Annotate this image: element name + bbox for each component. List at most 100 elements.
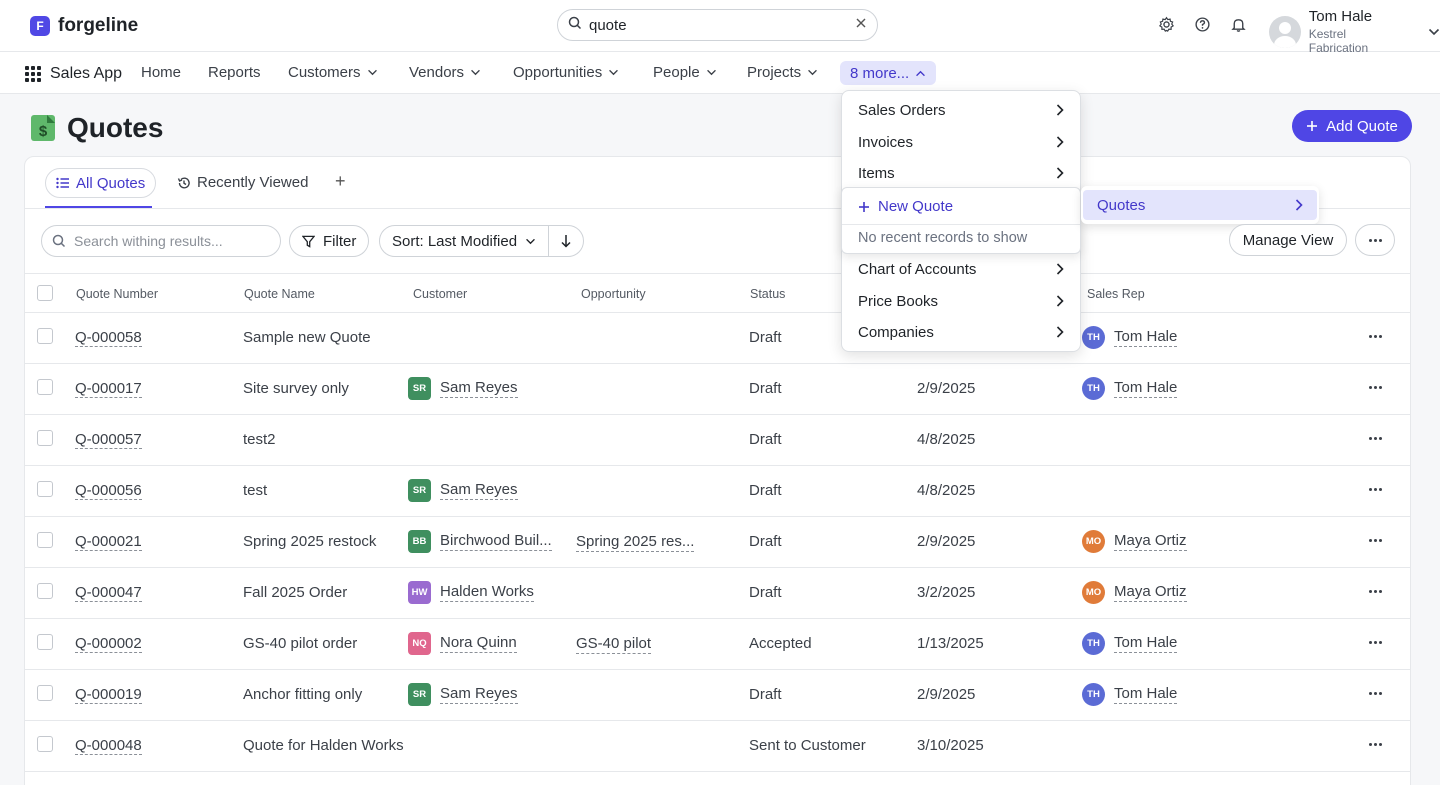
col-quote-name[interactable]: Quote Name — [244, 287, 315, 301]
nav-people[interactable]: People — [653, 64, 717, 81]
customer-cell[interactable]: HW Halden Works — [408, 581, 534, 604]
tab-recently-viewed[interactable]: Recently Viewed — [177, 174, 308, 191]
rep-link[interactable]: Tom Hale — [1114, 379, 1178, 398]
row-checkbox[interactable] — [37, 532, 53, 548]
row-checkbox[interactable] — [37, 685, 53, 701]
nav-reports[interactable]: Reports — [208, 64, 261, 81]
quote-number-link[interactable]: Q-000019 — [75, 686, 142, 704]
rep-link[interactable]: Tom Hale — [1114, 685, 1178, 704]
help-icon[interactable] — [1192, 14, 1212, 34]
row-actions-button[interactable] — [1369, 488, 1382, 491]
sales-rep-cell[interactable]: TH Tom Hale — [1082, 377, 1178, 400]
table-row[interactable]: Q-000048 Quote for Halden Works Sent to Cu… — [25, 721, 1410, 772]
user-menu[interactable]: Tom Hale Kestrel Fabrication — [1269, 8, 1440, 55]
add-tab-button[interactable]: + — [335, 171, 346, 192]
quote-number-link[interactable]: Q-000056 — [75, 482, 142, 500]
filter-button[interactable]: Filter — [289, 225, 370, 257]
brand-logo[interactable]: F forgeline — [30, 15, 138, 37]
rep-link[interactable]: Tom Hale — [1114, 634, 1178, 653]
opportunity-link[interactable]: GS-40 pilot — [576, 635, 652, 654]
customer-link[interactable]: Halden Works — [440, 583, 534, 602]
quote-number-link[interactable]: Q-000058 — [75, 329, 142, 347]
col-sales-rep[interactable]: Sales Rep — [1087, 287, 1145, 301]
table-row[interactable]: Q-000002 GS-40 pilot order NQ Nora Quinn GS-… — [25, 619, 1410, 670]
table-row[interactable]: Q-000047 Fall 2025 Order HW Halden Works Dra… — [25, 568, 1410, 619]
results-search[interactable] — [41, 225, 281, 257]
nav-opportunities[interactable]: Opportunities — [513, 64, 619, 81]
customer-cell[interactable]: NQ Nora Quinn — [408, 632, 517, 655]
table-row[interactable]: Q-000017 Site survey only SR Sam Reyes Draft… — [25, 364, 1410, 415]
sales-rep-cell[interactable]: MO Maya Ortiz — [1082, 581, 1187, 604]
col-status[interactable]: Status — [750, 287, 785, 301]
menu-item-quotes[interactable]: Quotes — [1081, 186, 1319, 224]
customer-cell[interactable]: SR Sam Reyes — [408, 479, 518, 502]
customer-link[interactable]: Sam Reyes — [440, 379, 518, 398]
col-opportunity[interactable]: Opportunity — [581, 287, 646, 301]
rep-link[interactable]: Maya Ortiz — [1114, 583, 1187, 602]
gear-icon[interactable] — [1156, 14, 1176, 34]
menu-item-chart-of-accounts[interactable]: Chart of Accounts — [842, 254, 1080, 284]
rep-link[interactable]: Maya Ortiz — [1114, 532, 1187, 551]
add-quote-button[interactable]: Add Quote — [1292, 110, 1412, 142]
sales-rep-cell[interactable]: TH Tom Hale — [1082, 326, 1178, 349]
sales-rep-cell[interactable]: TH Tom Hale — [1082, 683, 1178, 706]
quote-number-link[interactable]: Q-000017 — [75, 380, 142, 398]
row-checkbox[interactable] — [37, 379, 53, 395]
row-actions-button[interactable] — [1369, 590, 1382, 593]
row-actions-button[interactable] — [1369, 539, 1382, 542]
col-customer[interactable]: Customer — [413, 287, 467, 301]
table-row[interactable]: Q-000019 Anchor fitting only SR Sam Reyes Dr… — [25, 670, 1410, 721]
clear-search-icon[interactable] — [855, 16, 867, 34]
quote-number-link[interactable]: Q-000057 — [75, 431, 142, 449]
customer-cell[interactable]: BB Birchwood Buil... — [408, 530, 552, 553]
quote-number-link[interactable]: Q-000047 — [75, 584, 142, 602]
menu-item-items[interactable]: Items — [842, 158, 1080, 188]
customer-cell[interactable]: SR Sam Reyes — [408, 683, 518, 706]
customer-cell[interactable]: SR Sam Reyes — [408, 377, 518, 400]
manage-view-button[interactable]: Manage View — [1229, 224, 1347, 256]
sort-dropdown[interactable]: Sort: Last Modified — [380, 226, 550, 256]
quote-number-link[interactable]: Q-000048 — [75, 737, 142, 755]
table-row[interactable]: Q-000056 test SR Sam Reyes Draft 4/8/2025 — [25, 466, 1410, 517]
global-search-input[interactable]: quote — [589, 17, 848, 34]
nav-projects[interactable]: Projects — [747, 64, 818, 81]
customer-link[interactable]: Sam Reyes — [440, 685, 518, 704]
rep-link[interactable]: Tom Hale — [1114, 328, 1178, 347]
row-actions-button[interactable] — [1369, 641, 1382, 644]
nav-vendors[interactable]: Vendors — [409, 64, 481, 81]
row-actions-button[interactable] — [1369, 335, 1382, 338]
quote-number-link[interactable]: Q-000002 — [75, 635, 142, 653]
nav-home[interactable]: Home — [141, 64, 181, 81]
row-checkbox[interactable] — [37, 481, 53, 497]
menu-item-sales-orders[interactable]: Sales Orders — [842, 95, 1080, 125]
row-checkbox[interactable] — [37, 634, 53, 650]
customer-link[interactable]: Birchwood Buil... — [440, 532, 552, 551]
customer-link[interactable]: Sam Reyes — [440, 481, 518, 500]
row-actions-button[interactable] — [1369, 743, 1382, 746]
row-actions-button[interactable] — [1369, 692, 1382, 695]
app-launcher[interactable]: Sales App — [25, 65, 122, 83]
table-row[interactable]: Q-000057 test2 Draft 4/8/2025 — [25, 415, 1410, 466]
sales-rep-cell[interactable]: TH Tom Hale — [1082, 632, 1178, 655]
menu-item-invoices[interactable]: Invoices — [842, 127, 1080, 157]
nav-customers[interactable]: Customers — [288, 64, 378, 81]
more-options-button[interactable] — [1355, 224, 1395, 256]
menu-item-price-books[interactable]: Price Books — [842, 286, 1080, 316]
row-checkbox[interactable] — [37, 583, 53, 599]
table-row[interactable]: Q-000058 Sample new Quote Draft TH Tom Hale — [25, 313, 1410, 364]
table-row[interactable]: Q-000021 Spring 2025 restock BB Birchwood B… — [25, 517, 1410, 568]
opportunity-link[interactable]: Spring 2025 res... — [576, 533, 695, 552]
menu-item-companies[interactable]: Companies — [842, 317, 1080, 347]
quote-number-link[interactable]: Q-000021 — [75, 533, 142, 551]
customer-link[interactable]: Nora Quinn — [440, 634, 517, 653]
row-checkbox[interactable] — [37, 736, 53, 752]
global-search[interactable]: quote — [557, 9, 878, 41]
bell-icon[interactable] — [1228, 14, 1248, 34]
select-all-checkbox[interactable] — [37, 285, 53, 301]
nav-more-button[interactable]: 8 more... — [840, 61, 937, 85]
col-quote-number[interactable]: Quote Number — [76, 287, 158, 301]
row-actions-button[interactable] — [1369, 386, 1382, 389]
sort-direction-button[interactable] — [549, 226, 583, 256]
results-search-input[interactable] — [74, 233, 270, 249]
sales-rep-cell[interactable]: MO Maya Ortiz — [1082, 530, 1187, 553]
